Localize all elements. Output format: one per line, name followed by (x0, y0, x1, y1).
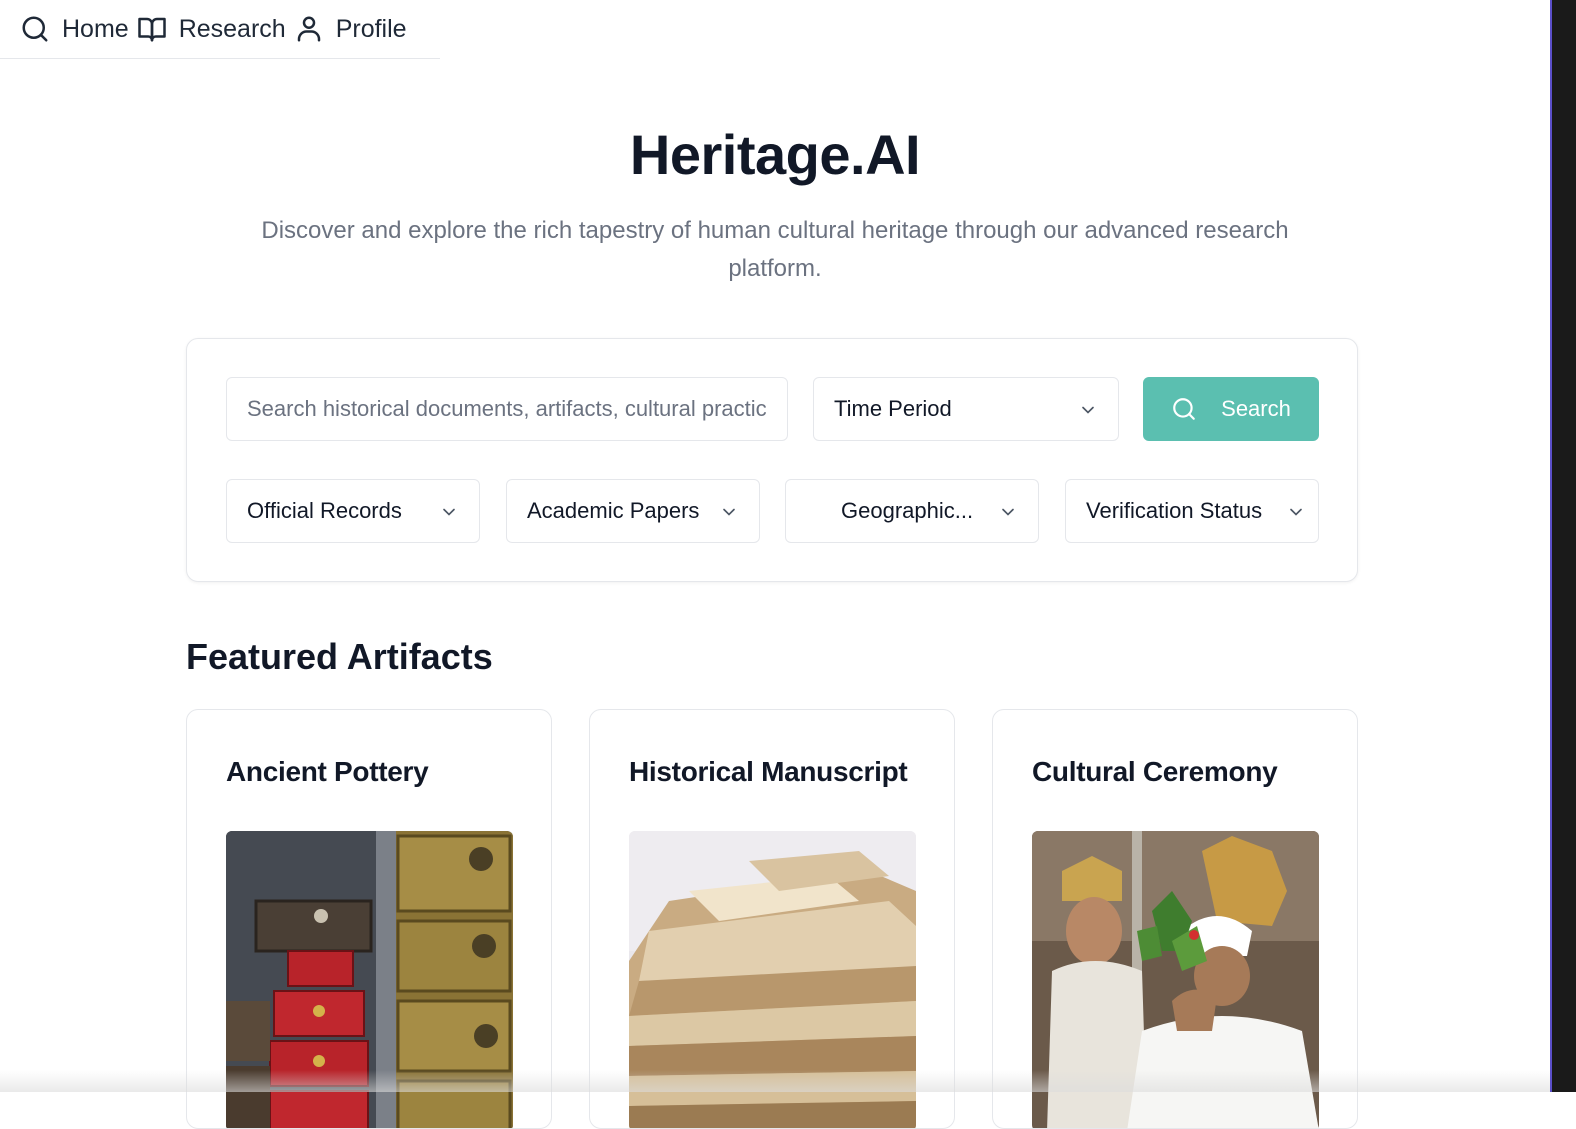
filter-label: Geographic... (841, 498, 974, 523)
search-button[interactable]: Search (1143, 377, 1319, 441)
chevron-down-icon (443, 508, 455, 516)
search-button-label: Search (1221, 396, 1291, 421)
page-title: Heritage.AI (629, 123, 921, 186)
nav-home-label: Home (62, 14, 129, 43)
filter-official-records[interactable]: Official Records (226, 479, 480, 543)
artifact-card[interactable]: Ancient Pottery (186, 709, 552, 1129)
nav-profile-label: Profile (335, 14, 407, 43)
top-navigation: Home Research Profile (0, 0, 440, 59)
artifact-card-title: Historical Manuscript (629, 756, 908, 787)
search-icon (1173, 398, 1195, 420)
nav-research-label: Research (178, 14, 286, 43)
filter-verification-status[interactable]: Verification Status (1065, 479, 1319, 543)
nav-home[interactable]: Home (20, 14, 129, 44)
nav-profile[interactable]: Profile (294, 14, 407, 44)
filter-label: Verification Status (1086, 498, 1263, 523)
chevron-down-icon (1082, 406, 1094, 414)
nav-research[interactable]: Research (137, 14, 286, 44)
artifact-card[interactable]: Cultural Ceremony (992, 709, 1358, 1129)
chevron-down-icon (1002, 508, 1014, 516)
artifact-card-title: Cultural Ceremony (1032, 756, 1278, 787)
page-subtitle: Discover and explore the rich tapestry o… (261, 217, 1289, 282)
user-icon (297, 16, 320, 42)
chevron-down-icon (723, 508, 735, 516)
scroll-fade (0, 1070, 1550, 1092)
filter-label: Official Records (247, 498, 402, 523)
search-input-wrapper (226, 377, 788, 441)
filter-geographic[interactable]: Geographic... (785, 479, 1039, 543)
featured-artifacts-heading: Featured Artifacts (186, 636, 493, 677)
artifact-card[interactable]: Historical Manuscript (589, 709, 955, 1129)
chevron-down-icon (1290, 508, 1302, 516)
filter-label: Academic Papers (527, 498, 700, 523)
search-input[interactable] (247, 396, 767, 422)
filter-academic-papers[interactable]: Academic Papers (506, 479, 760, 543)
window-edge (1550, 0, 1576, 1092)
search-panel: Time Period Search Official Records Acad… (186, 338, 1358, 582)
time-period-select[interactable]: Time Period (813, 377, 1119, 441)
artifact-card-title: Ancient Pottery (226, 756, 429, 787)
search-icon (22, 16, 48, 42)
time-period-label: Time Period (834, 396, 952, 421)
book-open-icon (137, 17, 166, 42)
